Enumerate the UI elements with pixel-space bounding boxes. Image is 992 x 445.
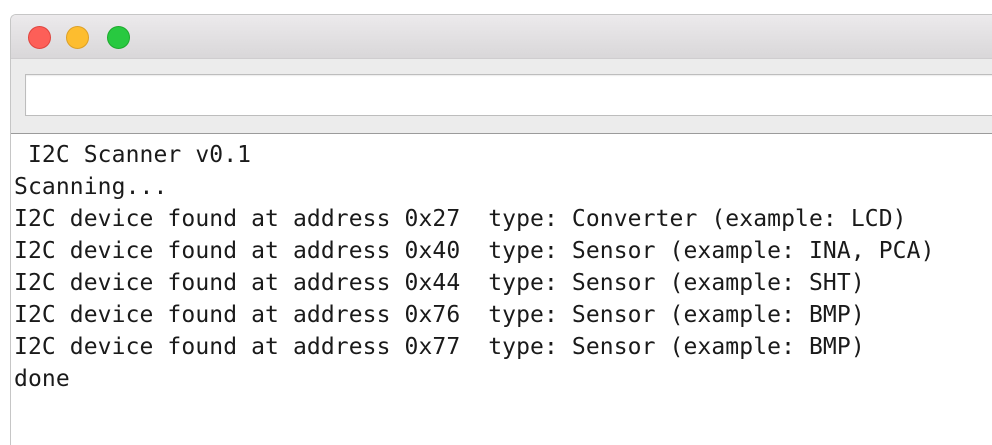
minimize-button[interactable] (66, 26, 89, 49)
send-toolbar (11, 59, 992, 134)
output-line: I2C device found at address 0x27 type: C… (14, 206, 907, 232)
output-line: I2C device found at address 0x44 type: S… (14, 270, 865, 296)
serial-monitor-window: I2C Scanner v0.1 Scanning... I2C device … (10, 14, 992, 445)
output-line: I2C device found at address 0x40 type: S… (14, 238, 935, 264)
zoom-button[interactable] (107, 26, 130, 49)
output-line: done (14, 366, 70, 392)
output-line: Scanning... (14, 174, 168, 200)
title-bar[interactable] (11, 15, 992, 59)
output-line: I2C device found at address 0x76 type: S… (14, 302, 865, 328)
output-line: I2C device found at address 0x77 type: S… (14, 334, 865, 360)
close-button[interactable] (28, 26, 51, 49)
output-line: I2C Scanner v0.1 (14, 142, 252, 168)
send-input[interactable] (25, 74, 992, 116)
serial-output[interactable]: I2C Scanner v0.1 Scanning... I2C device … (14, 139, 992, 445)
